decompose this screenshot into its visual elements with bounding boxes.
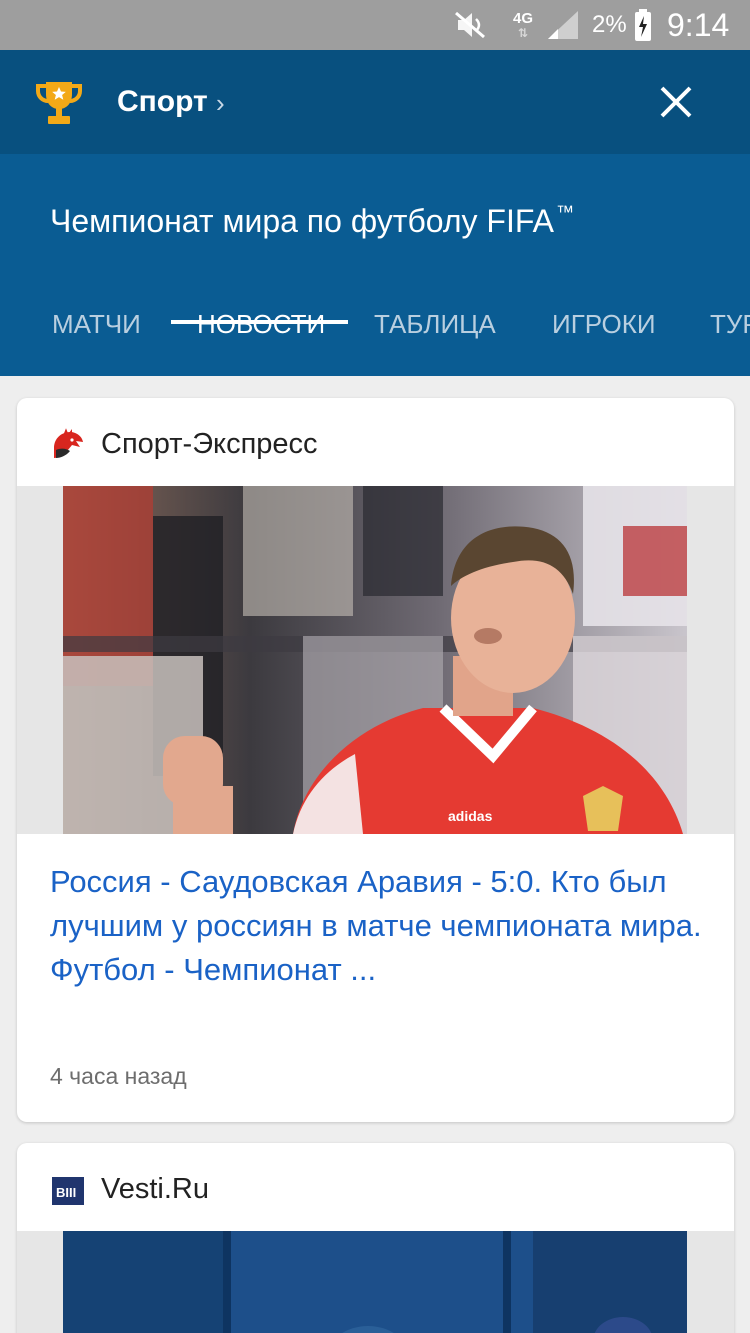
- league-title-text: Чемпионат мира по футболу FIFA: [50, 203, 554, 239]
- sport-express-logo-icon: [50, 428, 86, 464]
- tab-bar: МАТЧИ НОВОСТИ ТАБЛИЦА ИГРОКИ ТУРНИР: [0, 304, 750, 376]
- chevron-right-icon[interactable]: ›: [216, 90, 225, 116]
- tab-tournament[interactable]: ТУРНИР: [710, 304, 750, 376]
- trophy-icon: [34, 80, 84, 126]
- article-timestamp: 4 часа назад: [50, 1063, 187, 1089]
- battery-percent: 2%: [592, 11, 627, 38]
- top-app-bar: Спорт ›: [0, 50, 750, 154]
- article-headline[interactable]: Россия - Саудовская Аравия - 5:0. Кто бы…: [50, 860, 710, 992]
- source-name: Спорт-Экспресс: [101, 428, 318, 460]
- source-row: Спорт-Экспресс: [17, 398, 734, 486]
- league-title: Чемпионат мира по футболу FIFA ™: [50, 192, 574, 241]
- signal-icon: [546, 0, 584, 50]
- sport-header: Спорт › Чемпионат мира по футболу FIFA ™ …: [0, 50, 750, 376]
- vesti-logo-text: BIII: [56, 1185, 76, 1200]
- article-photo: [63, 1231, 687, 1333]
- adidas-logo: adidas: [448, 808, 493, 824]
- source-row: BIII Vesti.Ru: [17, 1143, 734, 1231]
- network-indicator: 4G ⇅: [508, 0, 538, 50]
- tab-players[interactable]: ИГРОКИ: [552, 304, 656, 376]
- category-link[interactable]: Спорт: [117, 84, 208, 120]
- tab-matches[interactable]: МАТЧИ: [52, 304, 141, 376]
- football-player-photo: adidas: [63, 486, 687, 834]
- mute-icon: [452, 0, 492, 50]
- article-image[interactable]: adidas: [17, 486, 734, 834]
- trademark: ™: [555, 202, 574, 222]
- active-tab-indicator: [171, 320, 348, 324]
- battery-charging-icon: [634, 0, 654, 50]
- tab-news[interactable]: НОВОСТИ: [197, 304, 325, 376]
- network-type: 4G: [512, 10, 533, 27]
- news-card[interactable]: Спорт-Экспресс adidas Россия - Саудовска…: [17, 398, 734, 1122]
- source-name: Vesti.Ru: [101, 1173, 209, 1205]
- article-image[interactable]: [17, 1231, 734, 1333]
- data-arrows-icon: ⇅: [517, 26, 529, 40]
- status-bar: 4G ⇅ 2% 9:14: [0, 0, 750, 50]
- close-icon: [660, 86, 692, 118]
- clock: 9:14: [667, 6, 730, 43]
- close-button[interactable]: [652, 78, 700, 126]
- news-card[interactable]: BIII Vesti.Ru: [17, 1143, 734, 1333]
- vesti-logo-icon: BIII: [50, 1173, 86, 1209]
- tab-table[interactable]: ТАБЛИЦА: [374, 304, 496, 376]
